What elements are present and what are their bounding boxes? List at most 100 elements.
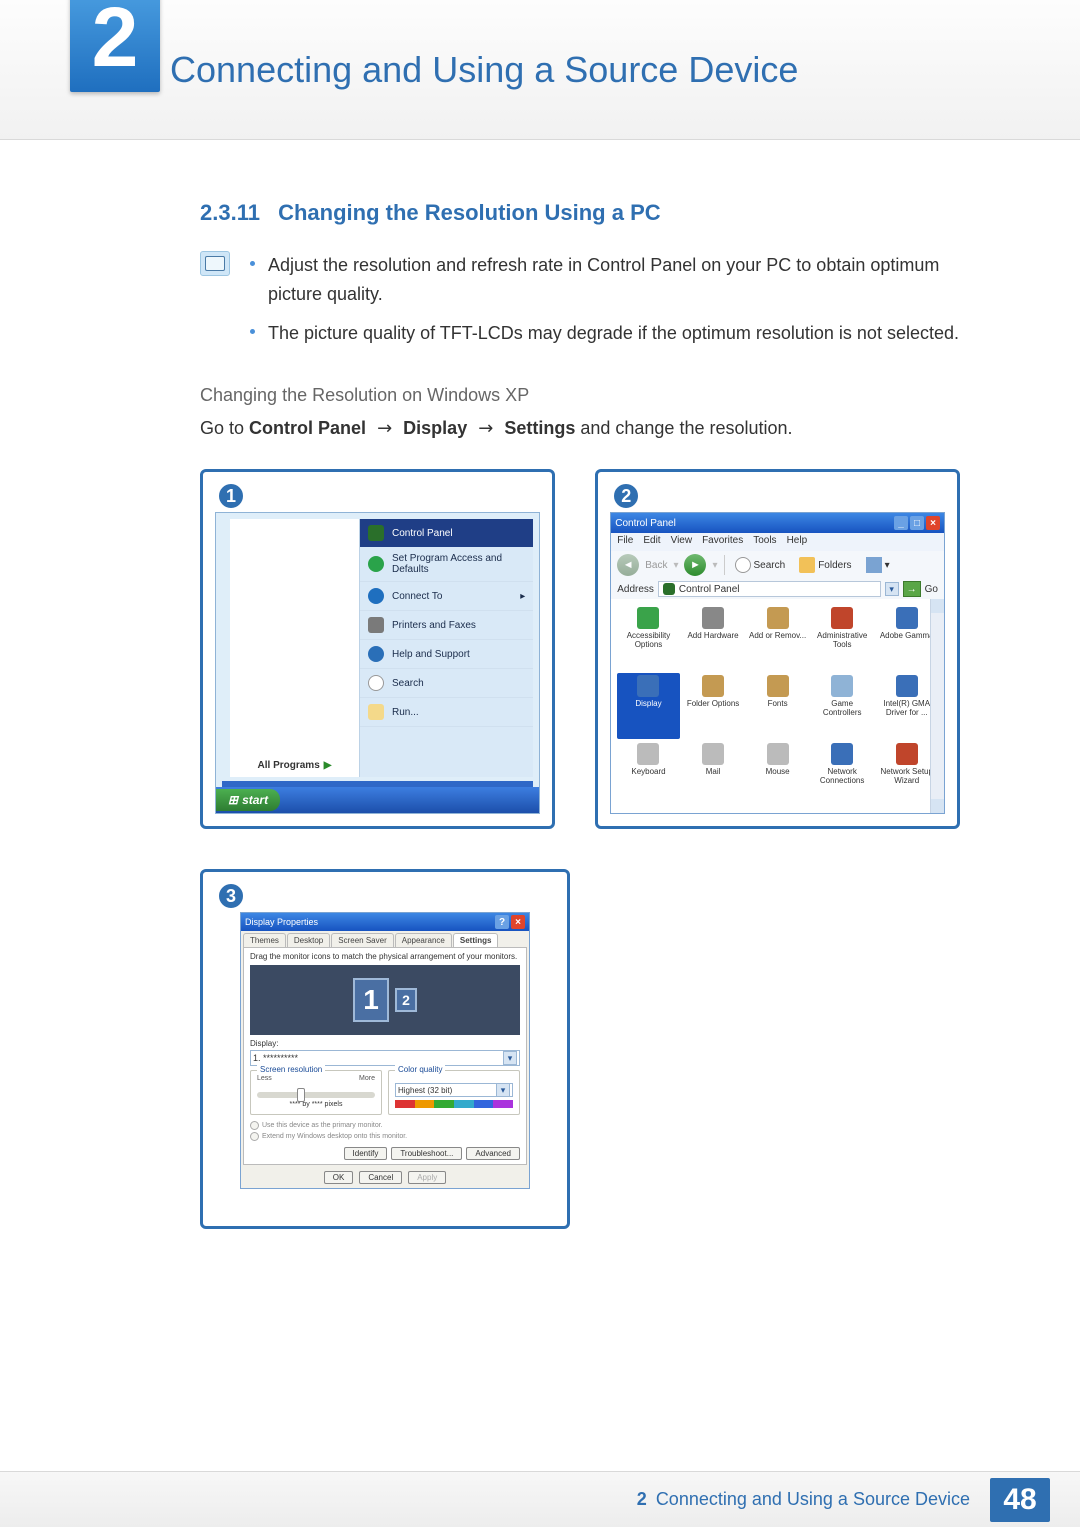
display-icon: [637, 675, 659, 697]
section-number: 2.3.11: [200, 200, 260, 225]
monitor-2[interactable]: 2: [395, 988, 417, 1012]
help-icon[interactable]: ?: [495, 915, 509, 929]
menu-file[interactable]: File: [617, 535, 633, 549]
back-label: Back: [645, 560, 667, 571]
start-item-set-defaults[interactable]: Set Program Access and Defaults: [360, 547, 533, 582]
window-titlebar: Display Properties ? ×: [241, 913, 529, 931]
maximize-icon[interactable]: □: [910, 516, 924, 530]
taskbar: ⊞ start: [216, 787, 539, 813]
cp-item-label: Adobe Gamma: [880, 631, 934, 640]
start-button[interactable]: ⊞ start: [216, 789, 280, 811]
tab-themes[interactable]: Themes: [243, 933, 286, 947]
start-item-label: Search: [392, 678, 424, 689]
tab-screen-saver[interactable]: Screen Saver: [331, 933, 393, 947]
troubleshoot-button[interactable]: Troubleshoot...: [391, 1147, 462, 1160]
cp-item-folder-options[interactable]: Folder Options: [682, 673, 745, 739]
step-badge-1: 1: [217, 482, 245, 510]
cp-item-fonts[interactable]: Fonts: [746, 673, 809, 739]
screen-resolution-group: Screen resolution Less More **** by ****…: [250, 1070, 382, 1115]
folders-button[interactable]: Folders: [795, 555, 855, 575]
views-button[interactable]: ▾: [862, 555, 894, 575]
cp-item-add-remove[interactable]: Add or Remov...: [746, 605, 809, 671]
run-icon: [368, 704, 384, 720]
monitor-preview: 1 2: [250, 965, 520, 1035]
start-item-run[interactable]: Run...: [360, 698, 533, 727]
close-icon[interactable]: ×: [511, 915, 525, 929]
start-item-printers[interactable]: Printers and Faxes: [360, 611, 533, 640]
advanced-button[interactable]: Advanced: [466, 1147, 520, 1160]
display-combobox[interactable]: 1. ********** ▾: [250, 1050, 520, 1066]
cancel-button[interactable]: Cancel: [359, 1171, 402, 1184]
all-programs[interactable]: All Programs ▶: [258, 760, 332, 771]
cp-item-label: Network Setup Wizard: [877, 767, 936, 785]
cp-item-intel-gma[interactable]: Intel(R) GMA Driver for ...: [875, 673, 938, 739]
menu-edit[interactable]: Edit: [643, 535, 660, 549]
color-quality-combo[interactable]: Highest (32 bit) ▾: [395, 1083, 513, 1097]
minimize-icon[interactable]: _: [894, 516, 908, 530]
tab-settings[interactable]: Settings: [453, 933, 499, 947]
start-item-control-panel[interactable]: Control Panel: [360, 519, 533, 547]
cp-item-label: Mail: [706, 767, 721, 776]
primary-monitor-radio[interactable]: Use this device as the primary monitor.: [250, 1121, 520, 1130]
resolution-slider[interactable]: [257, 1092, 375, 1098]
tab-appearance[interactable]: Appearance: [395, 933, 452, 947]
folders-label: Folders: [818, 560, 851, 571]
radio-icon: [250, 1121, 259, 1130]
section-title: Changing the Resolution Using a PC: [278, 200, 661, 225]
instr-p3: Settings: [504, 418, 575, 438]
back-icon[interactable]: ◄: [617, 554, 639, 576]
monitor-1[interactable]: 1: [353, 978, 389, 1022]
mouse-icon: [767, 743, 789, 765]
slider-thumb[interactable]: [297, 1088, 305, 1102]
cp-item-mouse[interactable]: Mouse: [746, 741, 809, 807]
cp-item-mail[interactable]: Mail: [682, 741, 745, 807]
menu-help[interactable]: Help: [787, 535, 808, 549]
cp-item-network-setup[interactable]: Network Setup Wizard: [875, 741, 938, 807]
address-field[interactable]: Control Panel: [658, 581, 881, 597]
forward-icon[interactable]: ►: [684, 554, 706, 576]
ok-button[interactable]: OK: [324, 1171, 354, 1184]
extend-desktop-radio[interactable]: Extend my Windows desktop onto this moni…: [250, 1132, 520, 1141]
subheading: Changing the Resolution on Windows XP: [200, 385, 960, 406]
start-item-connect-to[interactable]: Connect To ▸: [360, 582, 533, 611]
cp-item-admin-tools[interactable]: Administrative Tools: [811, 605, 874, 671]
folders-icon: [799, 557, 815, 573]
cp-item-display[interactable]: Display: [617, 673, 680, 739]
screenshots-row: 1 All Programs ▶ Control Panel Set Pr: [200, 469, 960, 829]
tab-desktop[interactable]: Desktop: [287, 933, 330, 947]
cp-item-game-controllers[interactable]: Game Controllers: [811, 673, 874, 739]
identify-button[interactable]: Identify: [344, 1147, 388, 1160]
menubar: File Edit View Favorites Tools Help: [611, 533, 944, 551]
cp-item-keyboard[interactable]: Keyboard: [617, 741, 680, 807]
chevron-down-icon: ▾: [496, 1083, 510, 1097]
cp-item-label: Game Controllers: [813, 699, 872, 717]
start-item-search[interactable]: Search: [360, 669, 533, 698]
chevron-down-icon[interactable]: ▾: [885, 582, 899, 596]
scrollbar[interactable]: [930, 599, 944, 813]
start-item-label: Set Program Access and Defaults: [392, 553, 525, 575]
note-bullet-1: Adjust the resolution and refresh rate i…: [250, 251, 960, 309]
menu-view[interactable]: View: [671, 535, 693, 549]
apply-button[interactable]: Apply: [408, 1171, 446, 1184]
note-icon: [200, 251, 230, 276]
cp-item-add-hardware[interactable]: Add Hardware: [682, 605, 745, 671]
go-label: Go: [925, 584, 938, 595]
search-button[interactable]: Search: [731, 555, 790, 575]
arrow-right-icon: ▸: [520, 591, 525, 602]
cp-item-adobe-gamma[interactable]: Adobe Gamma: [875, 605, 938, 671]
start-item-help[interactable]: Help and Support: [360, 640, 533, 669]
cp-item-network-conn[interactable]: Network Connections: [811, 741, 874, 807]
close-icon[interactable]: ×: [926, 516, 940, 530]
cp-item-label: Keyboard: [631, 767, 665, 776]
cp-item-label: Add or Remov...: [749, 631, 806, 640]
display-properties-window: Display Properties ? × Themes Desktop Sc…: [240, 912, 530, 1189]
cp-item-label: Display: [635, 699, 661, 708]
window-title: Control Panel: [615, 518, 676, 529]
menu-tools[interactable]: Tools: [753, 535, 776, 549]
address-bar: Address Control Panel ▾ → Go: [611, 579, 944, 599]
cp-item-label: Folder Options: [687, 699, 739, 708]
go-button[interactable]: →: [903, 581, 921, 597]
cp-item-accessibility[interactable]: Accessibility Options: [617, 605, 680, 671]
screenshot-3: 3 Display Properties ? × Themes Desktop …: [200, 869, 570, 1229]
menu-favorites[interactable]: Favorites: [702, 535, 743, 549]
